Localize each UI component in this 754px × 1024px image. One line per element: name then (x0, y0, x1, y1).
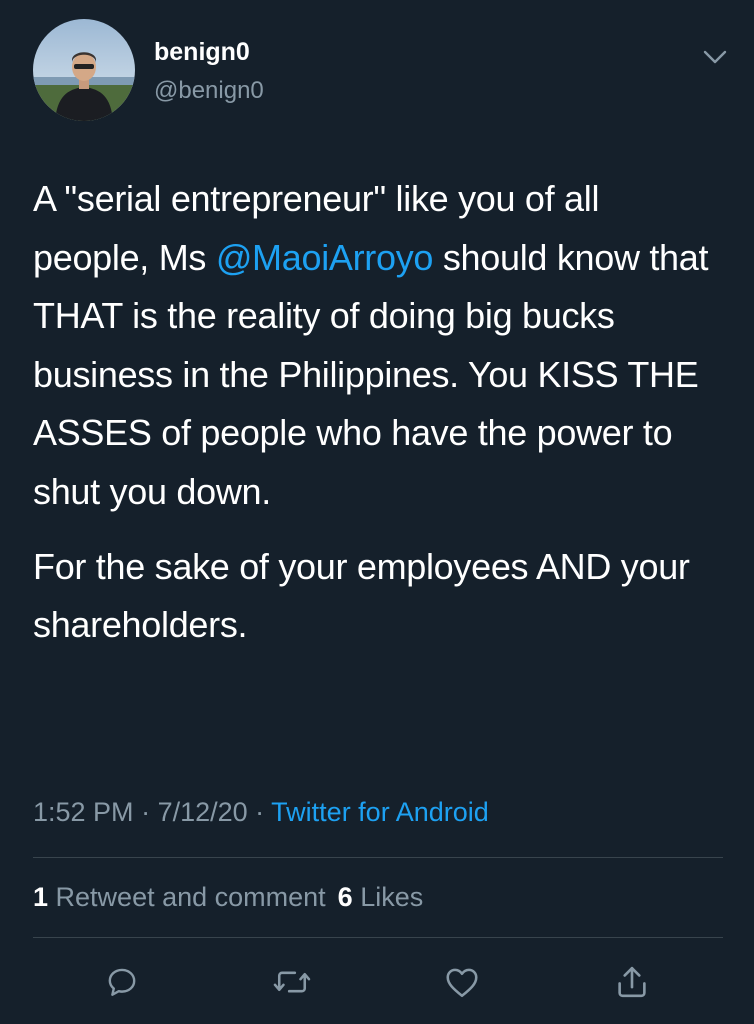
divider (33, 857, 723, 858)
tweet-meta: 1:52 PM · 7/12/20 · Twitter for Android (33, 792, 489, 832)
share-icon (618, 966, 646, 998)
likes-label: Likes (352, 882, 424, 912)
heart-icon (446, 968, 478, 998)
share-button[interactable] (610, 962, 654, 1002)
mention-link[interactable]: @MaoiArroyo (216, 237, 434, 278)
likes-stat[interactable]: 6 Likes (338, 882, 424, 912)
tweet-text: A "serial entrepreneur" like you of all … (33, 170, 723, 655)
display-name[interactable]: benign0 (154, 37, 250, 67)
tweet-stats: 1 Retweet and comment 6 Likes (33, 877, 423, 917)
avatar[interactable] (33, 19, 135, 121)
retweet-button[interactable] (270, 962, 314, 1002)
chevron-down-icon[interactable] (698, 42, 732, 72)
tweet-date[interactable]: 7/12/20 (158, 797, 248, 827)
divider (33, 937, 723, 938)
retweets-count: 1 (33, 882, 49, 912)
reply-icon (108, 968, 136, 996)
meta-separator: · (247, 797, 272, 827)
tweet-paragraph: A "serial entrepreneur" like you of all … (33, 170, 723, 522)
tweet-time[interactable]: 1:52 PM (33, 797, 134, 827)
tweet-paragraph: For the sake of your employees AND your … (33, 545, 690, 646)
retweets-stat[interactable]: 1 Retweet and comment (33, 882, 326, 912)
tweet-source-link[interactable]: Twitter for Android (271, 797, 489, 827)
reply-button[interactable] (100, 962, 144, 1002)
meta-separator: · (133, 797, 158, 827)
avatar-image (33, 19, 135, 121)
retweets-label: Retweet and comment (48, 882, 326, 912)
like-button[interactable] (440, 962, 484, 1002)
likes-count: 6 (337, 882, 353, 912)
user-handle[interactable]: @benign0 (154, 76, 264, 106)
retweet-icon (273, 971, 311, 993)
